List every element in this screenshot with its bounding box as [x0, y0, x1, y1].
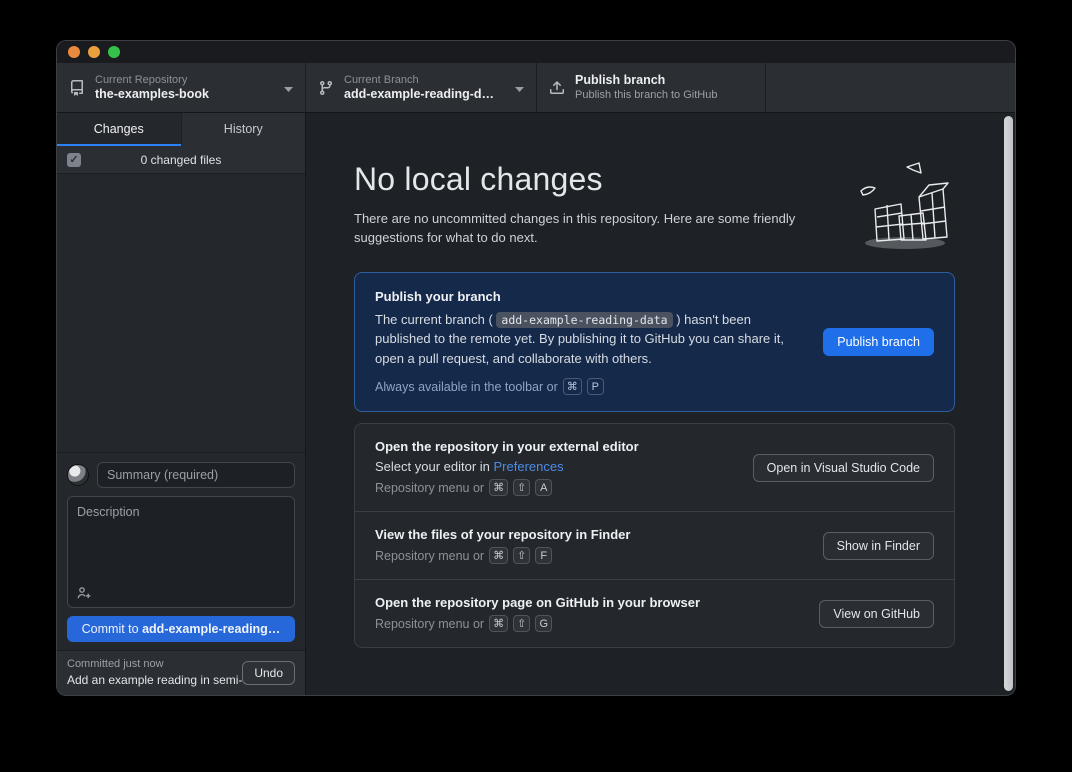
shift-key: ⇧ [513, 547, 530, 564]
chevron-down-icon [284, 79, 293, 97]
github-desktop-window: Current Repository the-examples-book Cur… [56, 40, 1016, 696]
branch-code-chip: add-example-reading-data [496, 312, 672, 328]
publish-branch-toolbar-button[interactable]: Publish branch Publish this branch to Gi… [537, 63, 766, 112]
p-key: P [587, 378, 604, 395]
suggestion-title: Open the repository page on GitHub in yo… [375, 595, 799, 610]
add-coauthor-icon[interactable] [76, 585, 92, 601]
page-subtitle: There are no uncommitted changes in this… [354, 210, 866, 248]
avatar [67, 464, 89, 486]
suggestion-title: View the files of your repository in Fin… [375, 527, 803, 542]
preferences-link[interactable]: Preferences [494, 459, 564, 474]
publish-toolbar-title: Publish branch [575, 73, 753, 88]
crumpled-paper-illustration [849, 161, 957, 253]
git-branch-icon [318, 80, 334, 96]
suggestion-hint: Repository menu or ⌘ ⇧ G [375, 615, 799, 632]
cmd-key: ⌘ [563, 378, 582, 395]
show-in-finder-button[interactable]: Show in Finder [823, 532, 934, 560]
f-key: F [535, 547, 552, 564]
suggestions-list: Open the repository in your external edi… [354, 423, 955, 648]
zoom-window-button[interactable] [108, 46, 120, 58]
changed-files-header[interactable]: ✓ 0 changed files [57, 146, 305, 174]
tab-history[interactable]: History [181, 113, 306, 146]
sidebar: Changes History ✓ 0 changed files [57, 113, 306, 695]
shift-key: ⇧ [513, 479, 530, 496]
commit-button-branch: add-example-reading… [142, 622, 280, 636]
current-repository-dropdown[interactable]: Current Repository the-examples-book [57, 63, 306, 112]
upload-icon [549, 80, 565, 96]
hint-text: Repository menu or [375, 617, 484, 631]
toolbar-spacer [766, 63, 1015, 112]
hint-text: Repository menu or [375, 549, 484, 563]
tab-changes[interactable]: Changes [57, 113, 181, 146]
branch-label: Current Branch [344, 73, 509, 87]
summary-input[interactable] [97, 462, 295, 488]
chevron-down-icon [515, 79, 524, 97]
changed-files-count: 0 changed files [57, 153, 305, 167]
a-key: A [535, 479, 552, 496]
hint-text: Repository menu or [375, 481, 484, 495]
publish-card-body: The current branch ( add-example-reading… [375, 310, 801, 369]
g-key: G [535, 615, 552, 632]
changes-list-empty [57, 174, 305, 452]
select-all-checkbox[interactable]: ✓ [67, 153, 81, 167]
last-commit-banner: Committed just now Add an example readin… [57, 650, 305, 695]
publish-card-hint: Always available in the toolbar or ⌘ P [375, 378, 801, 395]
editor-line-pre: Select your editor in [375, 459, 494, 474]
editor-preferences-line: Select your editor in Preferences [375, 459, 733, 474]
main-panel: No local changes There are no uncommitte… [306, 113, 1015, 695]
undo-button[interactable]: Undo [242, 661, 295, 685]
cmd-key: ⌘ [489, 615, 508, 632]
suggestion-title: Open the repository in your external edi… [375, 439, 733, 454]
toolbar: Current Repository the-examples-book Cur… [57, 63, 1015, 113]
publish-branch-card: Publish your branch The current branch (… [354, 272, 955, 413]
open-in-editor-button[interactable]: Open in Visual Studio Code [753, 454, 934, 482]
view-on-github-button[interactable]: View on GitHub [819, 600, 934, 628]
repository-name: the-examples-book [95, 87, 278, 102]
publish-toolbar-subtitle: Publish this branch to GitHub [575, 88, 753, 102]
suggestion-hint: Repository menu or ⌘ ⇧ A [375, 479, 733, 496]
cmd-key: ⌘ [489, 479, 508, 496]
publish-branch-button[interactable]: Publish branch [823, 328, 934, 356]
shift-key: ⇧ [513, 615, 530, 632]
current-branch-dropdown[interactable]: Current Branch add-example-reading-d… [306, 63, 537, 112]
titlebar [57, 41, 1015, 63]
repo-icon [69, 80, 85, 96]
commit-button-prefix: Commit to [82, 622, 142, 636]
show-in-finder-row: View the files of your repository in Fin… [355, 511, 954, 579]
commit-message-text: Add an example reading in semi-… [67, 673, 252, 687]
vertical-scrollbar[interactable] [1004, 116, 1013, 691]
repository-label: Current Repository [95, 73, 278, 87]
sidebar-tabs: Changes History [57, 113, 305, 146]
open-in-editor-row: Open the repository in your external edi… [355, 424, 954, 511]
publish-card-title: Publish your branch [375, 289, 801, 304]
cmd-key: ⌘ [489, 547, 508, 564]
publish-hint-text: Always available in the toolbar or [375, 380, 558, 394]
description-input[interactable] [68, 497, 294, 581]
branch-name: add-example-reading-d… [344, 87, 509, 102]
commit-form: Commit to add-example-reading… [57, 452, 305, 650]
commit-button[interactable]: Commit to add-example-reading… [67, 616, 295, 642]
suggestion-hint: Repository menu or ⌘ ⇧ F [375, 547, 803, 564]
view-on-github-row: Open the repository page on GitHub in yo… [355, 579, 954, 647]
close-window-button[interactable] [68, 46, 80, 58]
publish-card-body-pre: The current branch ( [375, 312, 493, 327]
minimize-window-button[interactable] [88, 46, 100, 58]
